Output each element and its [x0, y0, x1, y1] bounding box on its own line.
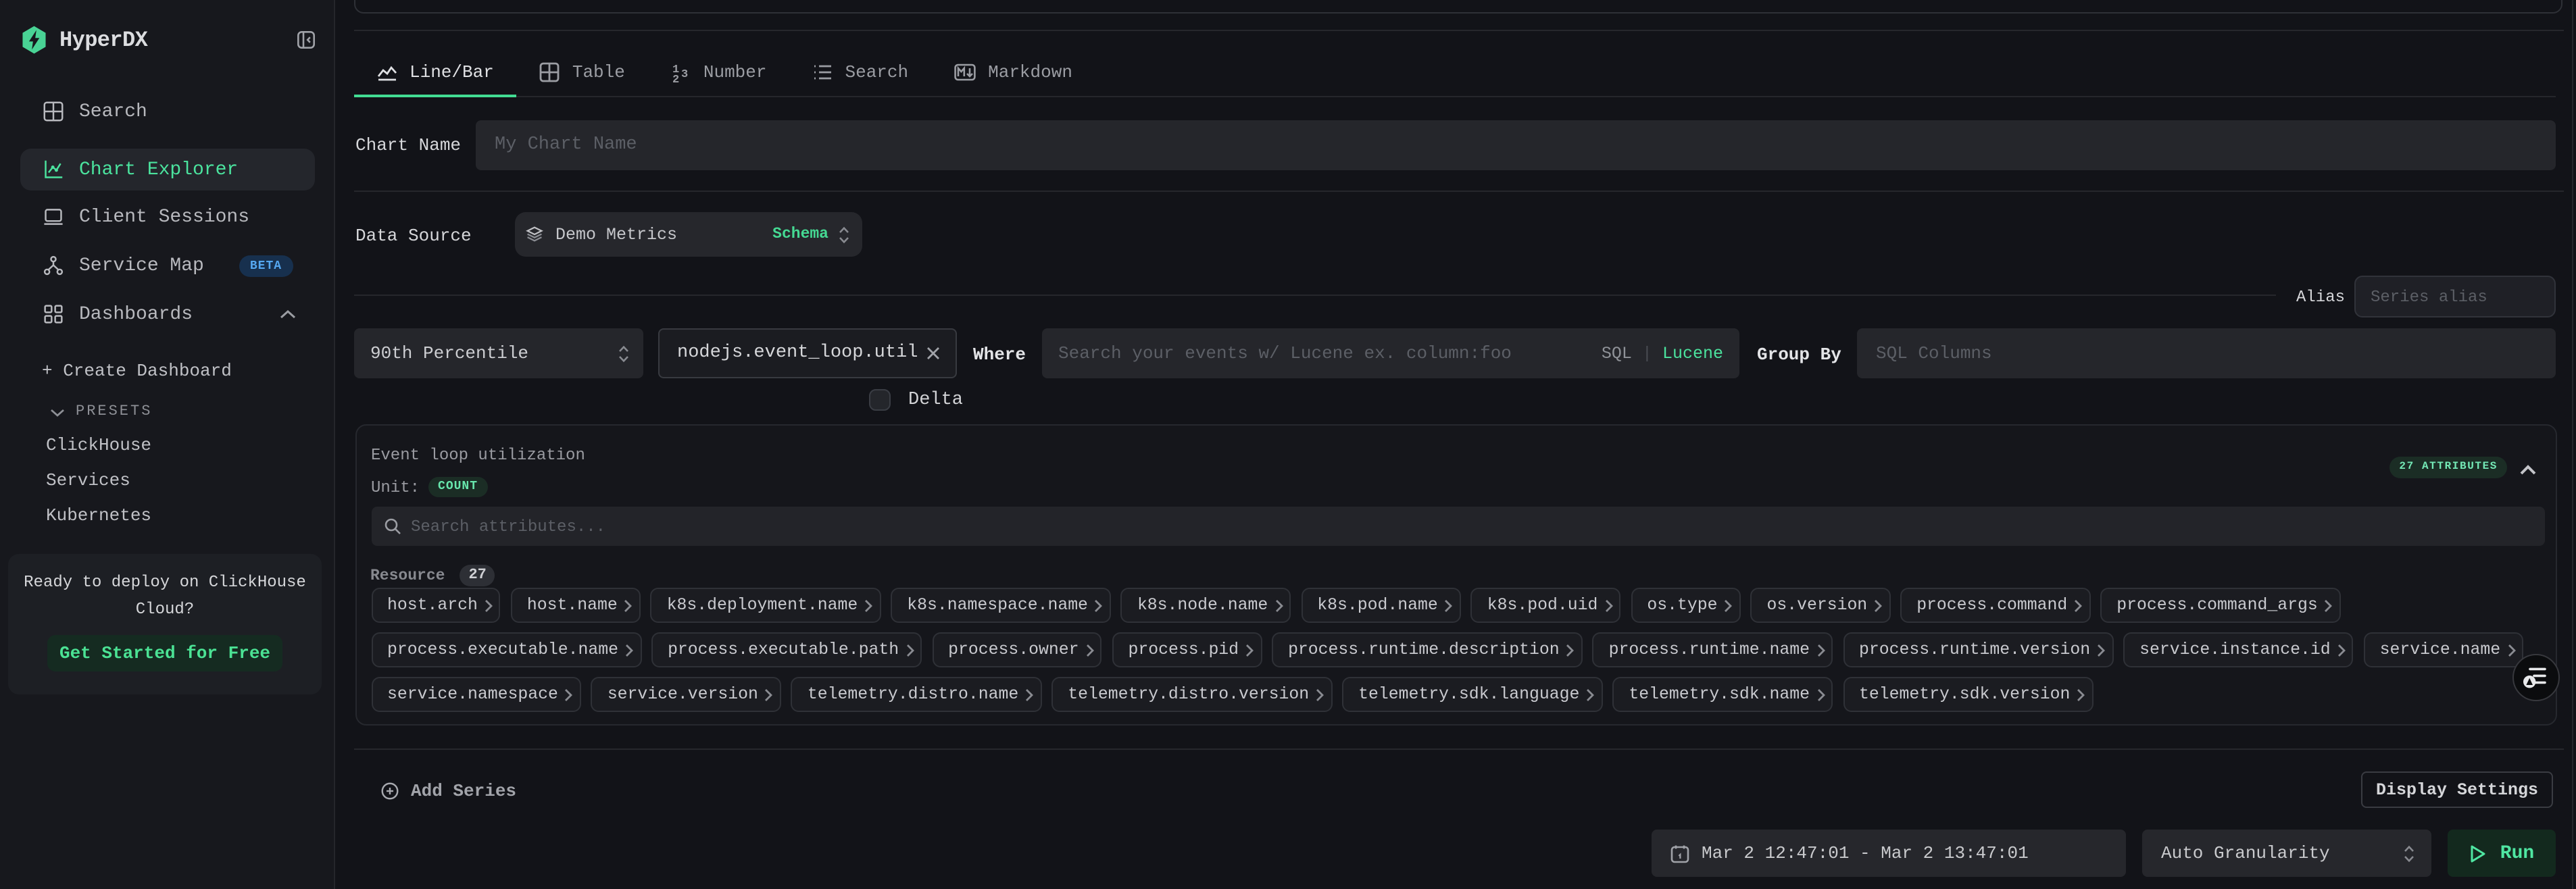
svg-text:2: 2: [673, 74, 680, 82]
svg-text:3: 3: [682, 68, 689, 81]
